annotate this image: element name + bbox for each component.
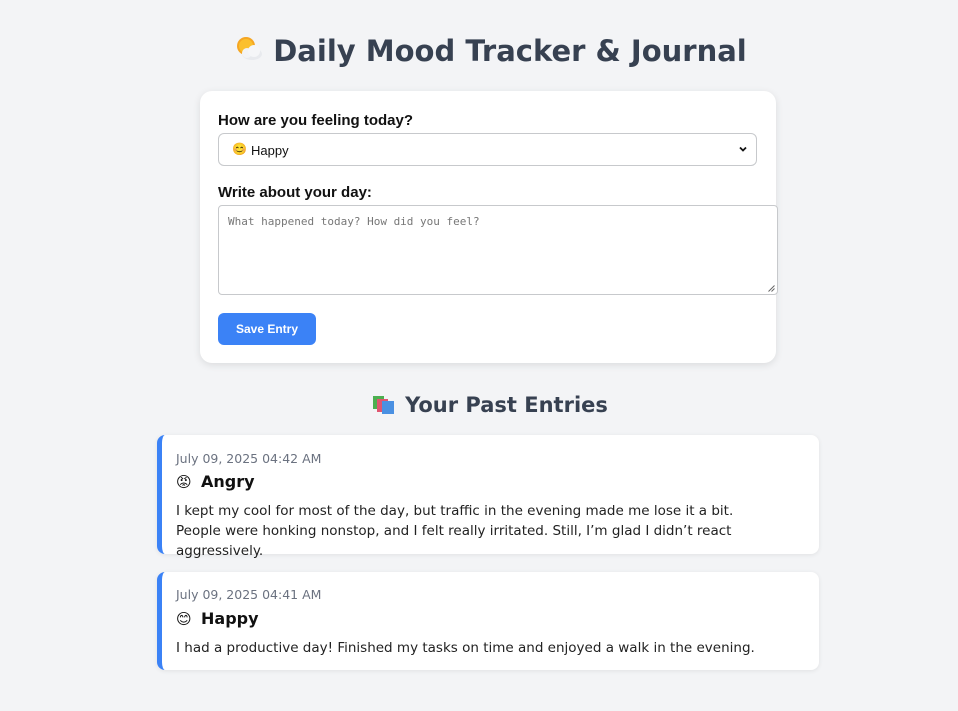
entry-card: July 09, 2025 04:41 AM 😊 Happy I had a pr… (157, 572, 819, 670)
entry-card: July 09, 2025 04:42 AM 😡 Angry I kept my … (157, 435, 819, 559)
save-button[interactable]: Save Entry (218, 313, 316, 345)
journal-label: Write about your day: (218, 184, 372, 201)
entry-mood-label: Happy (201, 609, 259, 628)
selected-mood-emoji: 😊 (232, 142, 247, 156)
chevron-down-icon (739, 146, 747, 152)
entry-mood-label: Angry (201, 472, 255, 491)
entry-text: I had a productive day! Finished my task… (176, 640, 755, 656)
past-entries-title: Your Past Entries (0, 393, 958, 417)
entry-text: I kept my cool for most of the day, but … (176, 503, 734, 559)
entry-date: July 09, 2025 04:41 AM (176, 587, 322, 602)
journal-textarea[interactable]: What happened today? How did you feel? (218, 205, 778, 295)
angry-face-icon: 😡 (176, 473, 192, 491)
selected-mood-value: Happy (251, 143, 289, 158)
journal-placeholder: What happened today? How did you feel? (228, 215, 480, 228)
entry-mood: 😡 Angry (176, 472, 255, 491)
entry-mood: 😊 Happy (176, 609, 259, 628)
page-title-text: Daily Mood Tracker & Journal (273, 34, 747, 68)
smiling-face-icon: 😊 (176, 610, 192, 628)
sun-behind-cloud-icon (233, 34, 263, 69)
books-icon (372, 394, 396, 414)
mood-select[interactable]: 😊 Happy (218, 133, 757, 166)
resize-grip-icon[interactable] (768, 285, 775, 292)
entry-form-card: How are you feeling today? 😊 Happy Write… (200, 91, 778, 363)
page-title: Daily Mood Tracker & Journal (0, 34, 958, 69)
entry-date: July 09, 2025 04:42 AM (176, 451, 322, 466)
mood-label: How are you feeling today? (218, 112, 414, 129)
past-entries-title-text: Your Past Entries (405, 393, 608, 417)
